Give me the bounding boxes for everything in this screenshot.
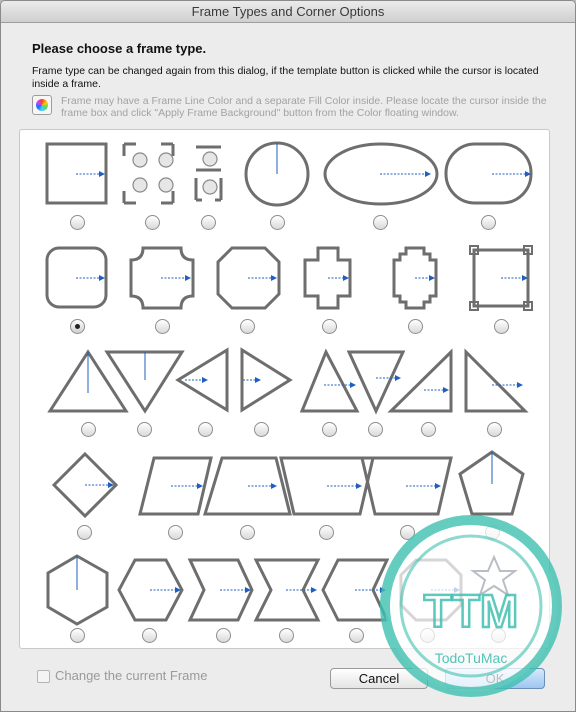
color-hint-text: Frame may have a Frame Line Color and a … — [61, 95, 547, 119]
frame-triangle-right-icon — [240, 347, 293, 413]
radio-frame-right-triangle-a[interactable] — [421, 422, 436, 437]
cancel-button[interactable]: Cancel — [330, 668, 428, 689]
dialog-description: Frame type can be changed again from thi… — [32, 65, 539, 90]
radio-frame-hexagon-horizontal[interactable] — [142, 628, 157, 643]
radio-frame-chevron[interactable] — [216, 628, 231, 643]
watermark-caption: TodoTuMac — [435, 650, 508, 666]
radio-frame-cross[interactable] — [322, 319, 337, 334]
radio-frame-pentagon[interactable] — [485, 525, 500, 540]
radio-frame-trapezoid-inverted[interactable] — [319, 525, 334, 540]
radio-frame-parallelogram-reverse[interactable] — [400, 525, 415, 540]
radio-frame-triangle-right[interactable] — [254, 422, 269, 437]
radio-frame-chevron-reverse[interactable] — [349, 628, 364, 643]
radio-frame-circle[interactable] — [270, 215, 285, 230]
window-title: Frame Types and Corner Options — [1, 1, 575, 23]
radio-frame-concave-corners[interactable] — [155, 319, 170, 334]
color-wheel-icon[interactable] — [32, 95, 52, 115]
radio-frame-right-triangle-b[interactable] — [487, 422, 502, 437]
radio-frame-octagon-2[interactable] — [420, 628, 435, 643]
radio-frame-stepped[interactable] — [408, 319, 423, 334]
radio-frame-triangle-left[interactable] — [198, 422, 213, 437]
frame-triangle-up-2-icon — [299, 348, 360, 413]
radio-frame-blank[interactable] — [491, 628, 506, 643]
change-current-frame-label: Change the current Frame — [55, 668, 208, 683]
radio-frame-notched[interactable] — [494, 319, 509, 334]
radio-frame-triangle-down-2[interactable] — [368, 422, 383, 437]
radio-frame-split-small[interactable] — [201, 215, 216, 230]
radio-frame-triangle-up-2[interactable] — [322, 422, 337, 437]
frame-split-small-icon — [194, 145, 223, 202]
change-current-frame-checkbox[interactable] — [37, 670, 50, 683]
frame-types-dialog: Frame Types and Corner Options Please ch… — [0, 0, 576, 712]
radio-frame-trapezoid[interactable] — [240, 525, 255, 540]
frame-split-corners-icon — [122, 142, 175, 205]
frame-type-panel — [19, 129, 550, 649]
radio-frame-parallelogram[interactable] — [168, 525, 183, 540]
radio-frame-triangle-up[interactable] — [81, 422, 96, 437]
frame-shapes — [45, 141, 533, 626]
radio-frame-hexagon-vertical[interactable] — [70, 628, 85, 643]
dialog-heading: Please choose a frame type. — [32, 41, 207, 56]
radio-frame-octagon[interactable] — [240, 319, 255, 334]
frame-triangle-down-2-icon — [346, 350, 406, 415]
frame-right-triangle-b-icon — [464, 348, 529, 413]
radio-frame-capsule[interactable] — [481, 215, 496, 230]
radio-frame-ellipse[interactable] — [373, 215, 388, 230]
radio-frame-rectangle[interactable] — [70, 215, 85, 230]
radio-frame-split-corners[interactable] — [145, 215, 160, 230]
frame-trapezoid-icon — [202, 456, 292, 516]
radio-frame-rounded-rect[interactable] — [70, 319, 85, 334]
radio-frame-hourglass[interactable] — [279, 628, 294, 643]
ok-button[interactable]: OK — [445, 668, 545, 689]
radio-frame-diamond[interactable] — [77, 525, 92, 540]
radio-frame-triangle-down[interactable] — [137, 422, 152, 437]
